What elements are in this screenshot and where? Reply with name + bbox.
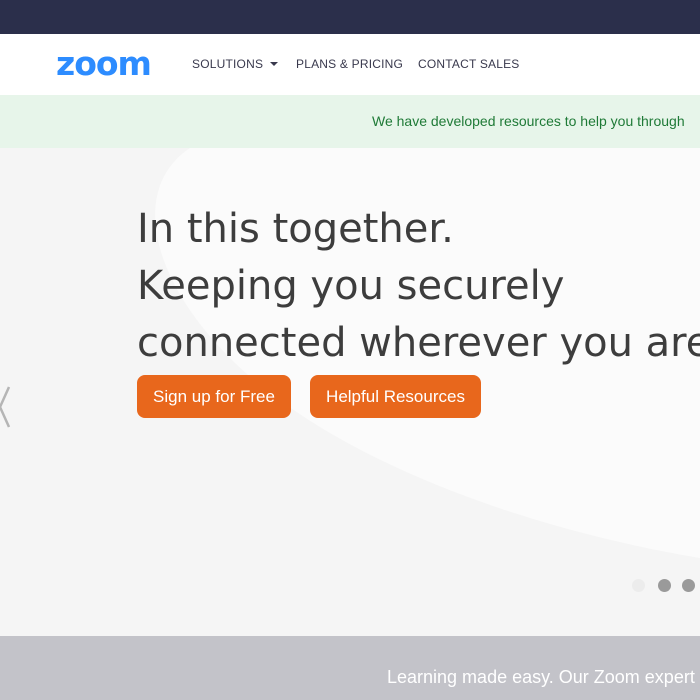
promo-text: Learning made easy. Our Zoom expert — [387, 667, 695, 687]
carousel-dot-3[interactable] — [682, 579, 695, 592]
headline-line-3: connected wherever you are — [137, 320, 700, 366]
zoom-logo[interactable]: zoom — [56, 47, 152, 80]
headline-line-2: Keeping you securely — [137, 263, 565, 309]
top-bar — [0, 0, 700, 34]
notice-banner: We have developed resources to help you … — [0, 95, 700, 148]
sign-up-free-button[interactable]: Sign up for Free — [137, 375, 291, 418]
chevron-left-icon[interactable] — [0, 384, 12, 430]
carousel-dot-2[interactable] — [658, 579, 671, 592]
hero-headline: In this together. Keeping you securely c… — [137, 201, 700, 372]
hero-carousel: In this together. Keeping you securely c… — [0, 148, 700, 636]
caret-down-icon — [270, 62, 279, 66]
nav-solutions-label: SOLUTIONS — [192, 57, 264, 71]
helpful-resources-button[interactable]: Helpful Resources — [310, 375, 481, 418]
promo-strip: Learning made easy. Our Zoom expert — [0, 636, 700, 700]
nav-plans-pricing[interactable]: PLANS & PRICING — [296, 57, 403, 71]
headline-line-1: In this together. — [137, 206, 454, 252]
nav-solutions[interactable]: SOLUTIONS — [192, 57, 279, 71]
carousel-dot-1[interactable] — [632, 579, 645, 592]
notice-text[interactable]: We have developed resources to help you … — [372, 113, 685, 129]
site-header: zoom SOLUTIONS PLANS & PRICING CONTACT S… — [0, 34, 700, 95]
nav-contact-sales[interactable]: CONTACT SALES — [418, 57, 520, 71]
